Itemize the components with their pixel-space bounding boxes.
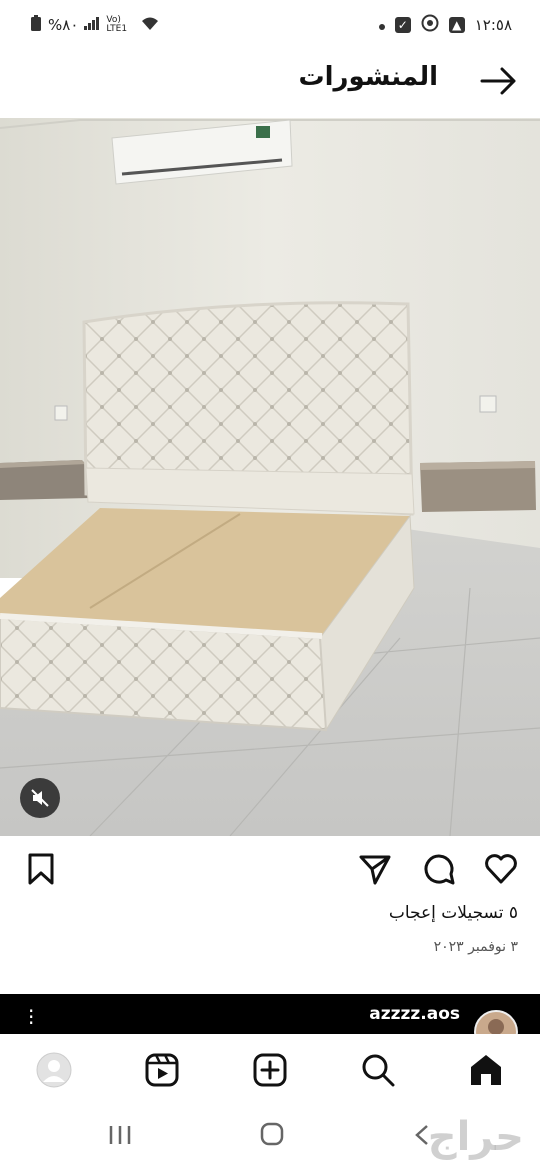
system-navigation-bar: حراج: [0, 1106, 540, 1170]
home-icon[interactable]: [468, 1052, 504, 1088]
back-arrow-icon[interactable]: [480, 64, 518, 98]
page-title: المنشورات: [298, 62, 438, 92]
next-post-header: · · · azzzz.aos: [0, 994, 540, 1054]
battery-icon: [30, 14, 42, 36]
post-actions: [0, 840, 540, 898]
search-icon[interactable]: [360, 1052, 396, 1088]
bookmark-icon[interactable]: [24, 852, 58, 886]
bottom-tab-bar: [0, 1034, 540, 1106]
profile-icon[interactable]: [36, 1052, 72, 1088]
haraj-watermark: حراج: [427, 1114, 524, 1160]
heart-icon[interactable]: [484, 852, 518, 886]
post-image[interactable]: [0, 118, 540, 836]
network-label: Vo) LTE1: [106, 15, 128, 34]
next-post-username[interactable]: azzzz.aos: [369, 1004, 460, 1024]
comment-icon[interactable]: [422, 852, 456, 886]
clock-time: ١٢:٥٨: [474, 16, 512, 34]
status-left: %٨٠ Vo) LTE1: [30, 14, 160, 36]
reels-icon[interactable]: [144, 1052, 180, 1088]
home-button-icon[interactable]: [260, 1122, 284, 1150]
status-bar: %٨٠ Vo) LTE1 ✓ ▲ ١٢:٥٨: [0, 0, 540, 50]
check-box-icon: ✓: [394, 17, 411, 33]
signal-icon: [84, 16, 100, 34]
gallery-icon: ▲: [448, 17, 465, 33]
battery-level: %٨٠: [48, 16, 79, 34]
likes-count[interactable]: ٥ تسجيلات إعجاب: [389, 903, 518, 923]
post-date: ٣ نوفمبر ٢٠٢٣: [433, 939, 518, 955]
recent-apps-icon[interactable]: [108, 1124, 132, 1150]
page-header: المنشورات: [0, 50, 540, 118]
mute-icon[interactable]: [20, 778, 60, 818]
bedroom-photo: [0, 118, 540, 836]
notification-dot-icon: [378, 16, 385, 34]
share-icon[interactable]: [358, 852, 392, 886]
status-right: ✓ ▲ ١٢:٥٨: [378, 14, 512, 36]
whatsapp-icon: [421, 14, 439, 36]
create-icon[interactable]: [252, 1052, 288, 1088]
wifi-icon: [140, 15, 160, 35]
more-options-icon[interactable]: · · ·: [28, 1001, 34, 1033]
